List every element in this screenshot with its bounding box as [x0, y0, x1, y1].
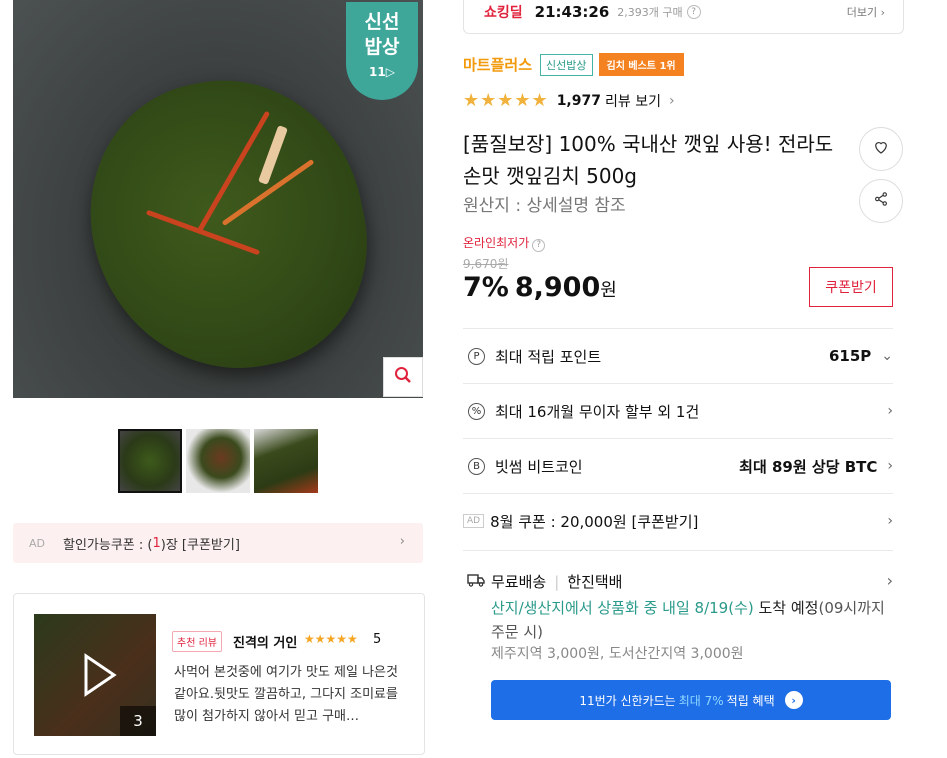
review-link[interactable]: 리뷰 보기 — [605, 91, 661, 111]
free-shipping-label: 무료배송 — [491, 573, 547, 591]
banner-highlight: 최대 7% — [678, 693, 724, 708]
divider: | — [554, 572, 560, 591]
benefit-value: 615P — [828, 347, 872, 365]
coupon-text-after: )장 [쿠폰받기] — [160, 537, 240, 553]
chevron-right-icon: › — [887, 403, 893, 419]
bitcoin-icon: B — [468, 457, 485, 475]
more-link[interactable]: 더보기 › — [847, 4, 885, 20]
delivery-method: 무료배송 | 한진택배 — [467, 571, 622, 592]
sale-price: 8,900 — [514, 272, 601, 303]
lowest-price-label: 온라인최저가? — [463, 234, 546, 252]
carrier-name: 한진택배 — [567, 573, 623, 591]
purchase-count: 2,393개 구매 — [617, 6, 683, 19]
chevron-down-icon: ⌄ — [881, 348, 893, 364]
point-icon: P — [468, 347, 485, 365]
review-score: 5 — [373, 632, 382, 647]
reviewer-name: 진격의 거인 — [233, 636, 298, 651]
banner-text: 11번가 신한카드는 — [579, 693, 676, 708]
price-row: 7% 8,900 원 — [463, 272, 617, 303]
review-tag: 추천 리뷰 — [172, 631, 222, 652]
store-name[interactable]: 마트플러스 — [463, 54, 532, 75]
chevron-right-icon: › — [887, 513, 893, 529]
recommended-review-card[interactable]: 3 추천 리뷰 진격의 거인 ★★★★★ 5 사먹어 본것중에 여기가 맛도 제… — [13, 593, 425, 755]
benefit-value: 최대 89원 상당 BTC — [739, 457, 878, 476]
magnifier-icon — [394, 366, 412, 388]
image-count: 3 — [120, 706, 156, 736]
delivery-section[interactable]: 무료배송 | 한진택배 › 산지/생산지에서 상품화 중 내일 8/19(수) … — [463, 550, 893, 670]
benefit-row-points[interactable]: P 최대 적립 포인트 615P ⌄ — [463, 328, 893, 383]
review-text: 사먹어 본것중에 여기가 맛도 제일 나은것 같아요.뒷맛도 깔끔하고, 그다지… — [174, 665, 398, 724]
benefit-row-coupon[interactable]: AD 8월 쿠폰 : 20,000원 [쿠폰받기] › — [463, 493, 893, 548]
badge-text: 밥상 — [364, 36, 400, 58]
ad-label: AD — [29, 536, 45, 550]
badge-text: 신선 — [364, 11, 400, 33]
store-info: 마트플러스 신선밥상 김치 베스트 1위 — [463, 53, 684, 76]
shocking-deal-logo: 쇼킹딜 — [484, 5, 523, 21]
shocking-deal-bar: 쇼킹딜 21:43:26 2,393개 구매 ? 더보기 › — [463, 0, 904, 34]
benefit-label: 최대 16개월 무이자 할부 외 1건 — [495, 402, 700, 421]
benefit-row-bitcoin[interactable]: B 빗썸 비트코인 최대 89원 상당 BTC › — [463, 438, 893, 493]
chevron-right-icon: › — [399, 534, 405, 549]
deal-countdown: 21:43:26 — [534, 3, 610, 21]
discount-rate: 7% — [463, 272, 509, 303]
best-seller-tag: 김치 베스트 1위 — [598, 53, 684, 76]
help-icon[interactable]: ? — [532, 239, 546, 252]
thumbnail-1[interactable] — [118, 429, 182, 493]
review-count: 1,977 — [556, 92, 601, 109]
share-icon — [872, 190, 890, 212]
coupon-count: 1 — [152, 535, 161, 551]
coupon-text-before: 할인가능쿠폰 : ( — [63, 537, 153, 553]
arrow-circle-icon: › — [784, 691, 803, 709]
review-stars: ★★★★★ — [304, 632, 358, 646]
help-icon[interactable]: ? — [686, 5, 701, 19]
benefit-label: 최대 적립 포인트 — [495, 347, 602, 366]
eleven-logo: 11▷ — [369, 65, 395, 79]
thumbnail-3[interactable] — [254, 429, 318, 493]
extra-shipping-fee: 제주지역 3,000원, 도서산간지역 3,000원 — [491, 646, 744, 662]
benefit-label: 빗썸 비트코인 — [495, 457, 583, 476]
product-origin: 원산지 : 상세설명 참조 — [463, 196, 626, 216]
main-product-image: 신선 밥상 11▷ — [13, 0, 423, 398]
chevron-right-icon: › — [887, 458, 893, 474]
eta-highlight: 산지/생산지에서 상품화 중 내일 8/19(수) — [491, 599, 754, 617]
banner-text: 적립 혜택 — [726, 693, 775, 708]
fresh-table-tag: 신선밥상 — [540, 53, 593, 76]
product-title: [품질보장] 100% 국내산 깻잎 사용! 전라도 손맛 깻잎김치 500g — [463, 132, 834, 188]
truck-icon — [467, 573, 485, 591]
card-benefit-banner[interactable]: 11번가 신한카드는 최대 7% 적립 혜택 › — [491, 680, 891, 720]
rating-row[interactable]: ★★★★★ 1,977 리뷰 보기 › — [463, 90, 675, 111]
ad-label: AD — [463, 514, 485, 528]
delivery-eta: 산지/생산지에서 상품화 중 내일 8/19(수) 도착 예정(09시까지 주문… — [491, 596, 891, 644]
fresh-table-badge: 신선 밥상 11▷ — [346, 2, 418, 100]
original-price: 9,670원 — [463, 257, 509, 271]
rating-stars: ★★★★★ — [463, 90, 549, 111]
currency-unit: 원 — [600, 280, 617, 301]
chevron-right-icon: › — [668, 92, 675, 109]
heart-icon — [872, 138, 890, 160]
thumbnail-2[interactable] — [186, 429, 250, 493]
share-button[interactable] — [859, 179, 903, 223]
percent-icon: % — [468, 402, 485, 420]
zoom-button[interactable] — [383, 357, 423, 397]
ad-coupon-bar[interactable]: AD 할인가능쿠폰 : (1)장 [쿠폰받기] › — [13, 523, 423, 563]
benefit-row-installment[interactable]: % 최대 16개월 무이자 할부 외 1건 › — [463, 383, 893, 438]
benefit-label: 8월 쿠폰 : 20,000원 [쿠폰받기] — [490, 512, 699, 531]
wishlist-button[interactable] — [859, 127, 903, 171]
eta-text: 도착 예정 — [753, 599, 819, 617]
chevron-right-icon: › — [886, 571, 893, 590]
review-image[interactable]: 3 — [34, 614, 156, 736]
lowest-price-text: 온라인최저가 — [463, 236, 530, 250]
get-coupon-button[interactable]: 쿠폰받기 — [809, 267, 893, 307]
kimchi-leaf-illustration — [65, 55, 391, 395]
